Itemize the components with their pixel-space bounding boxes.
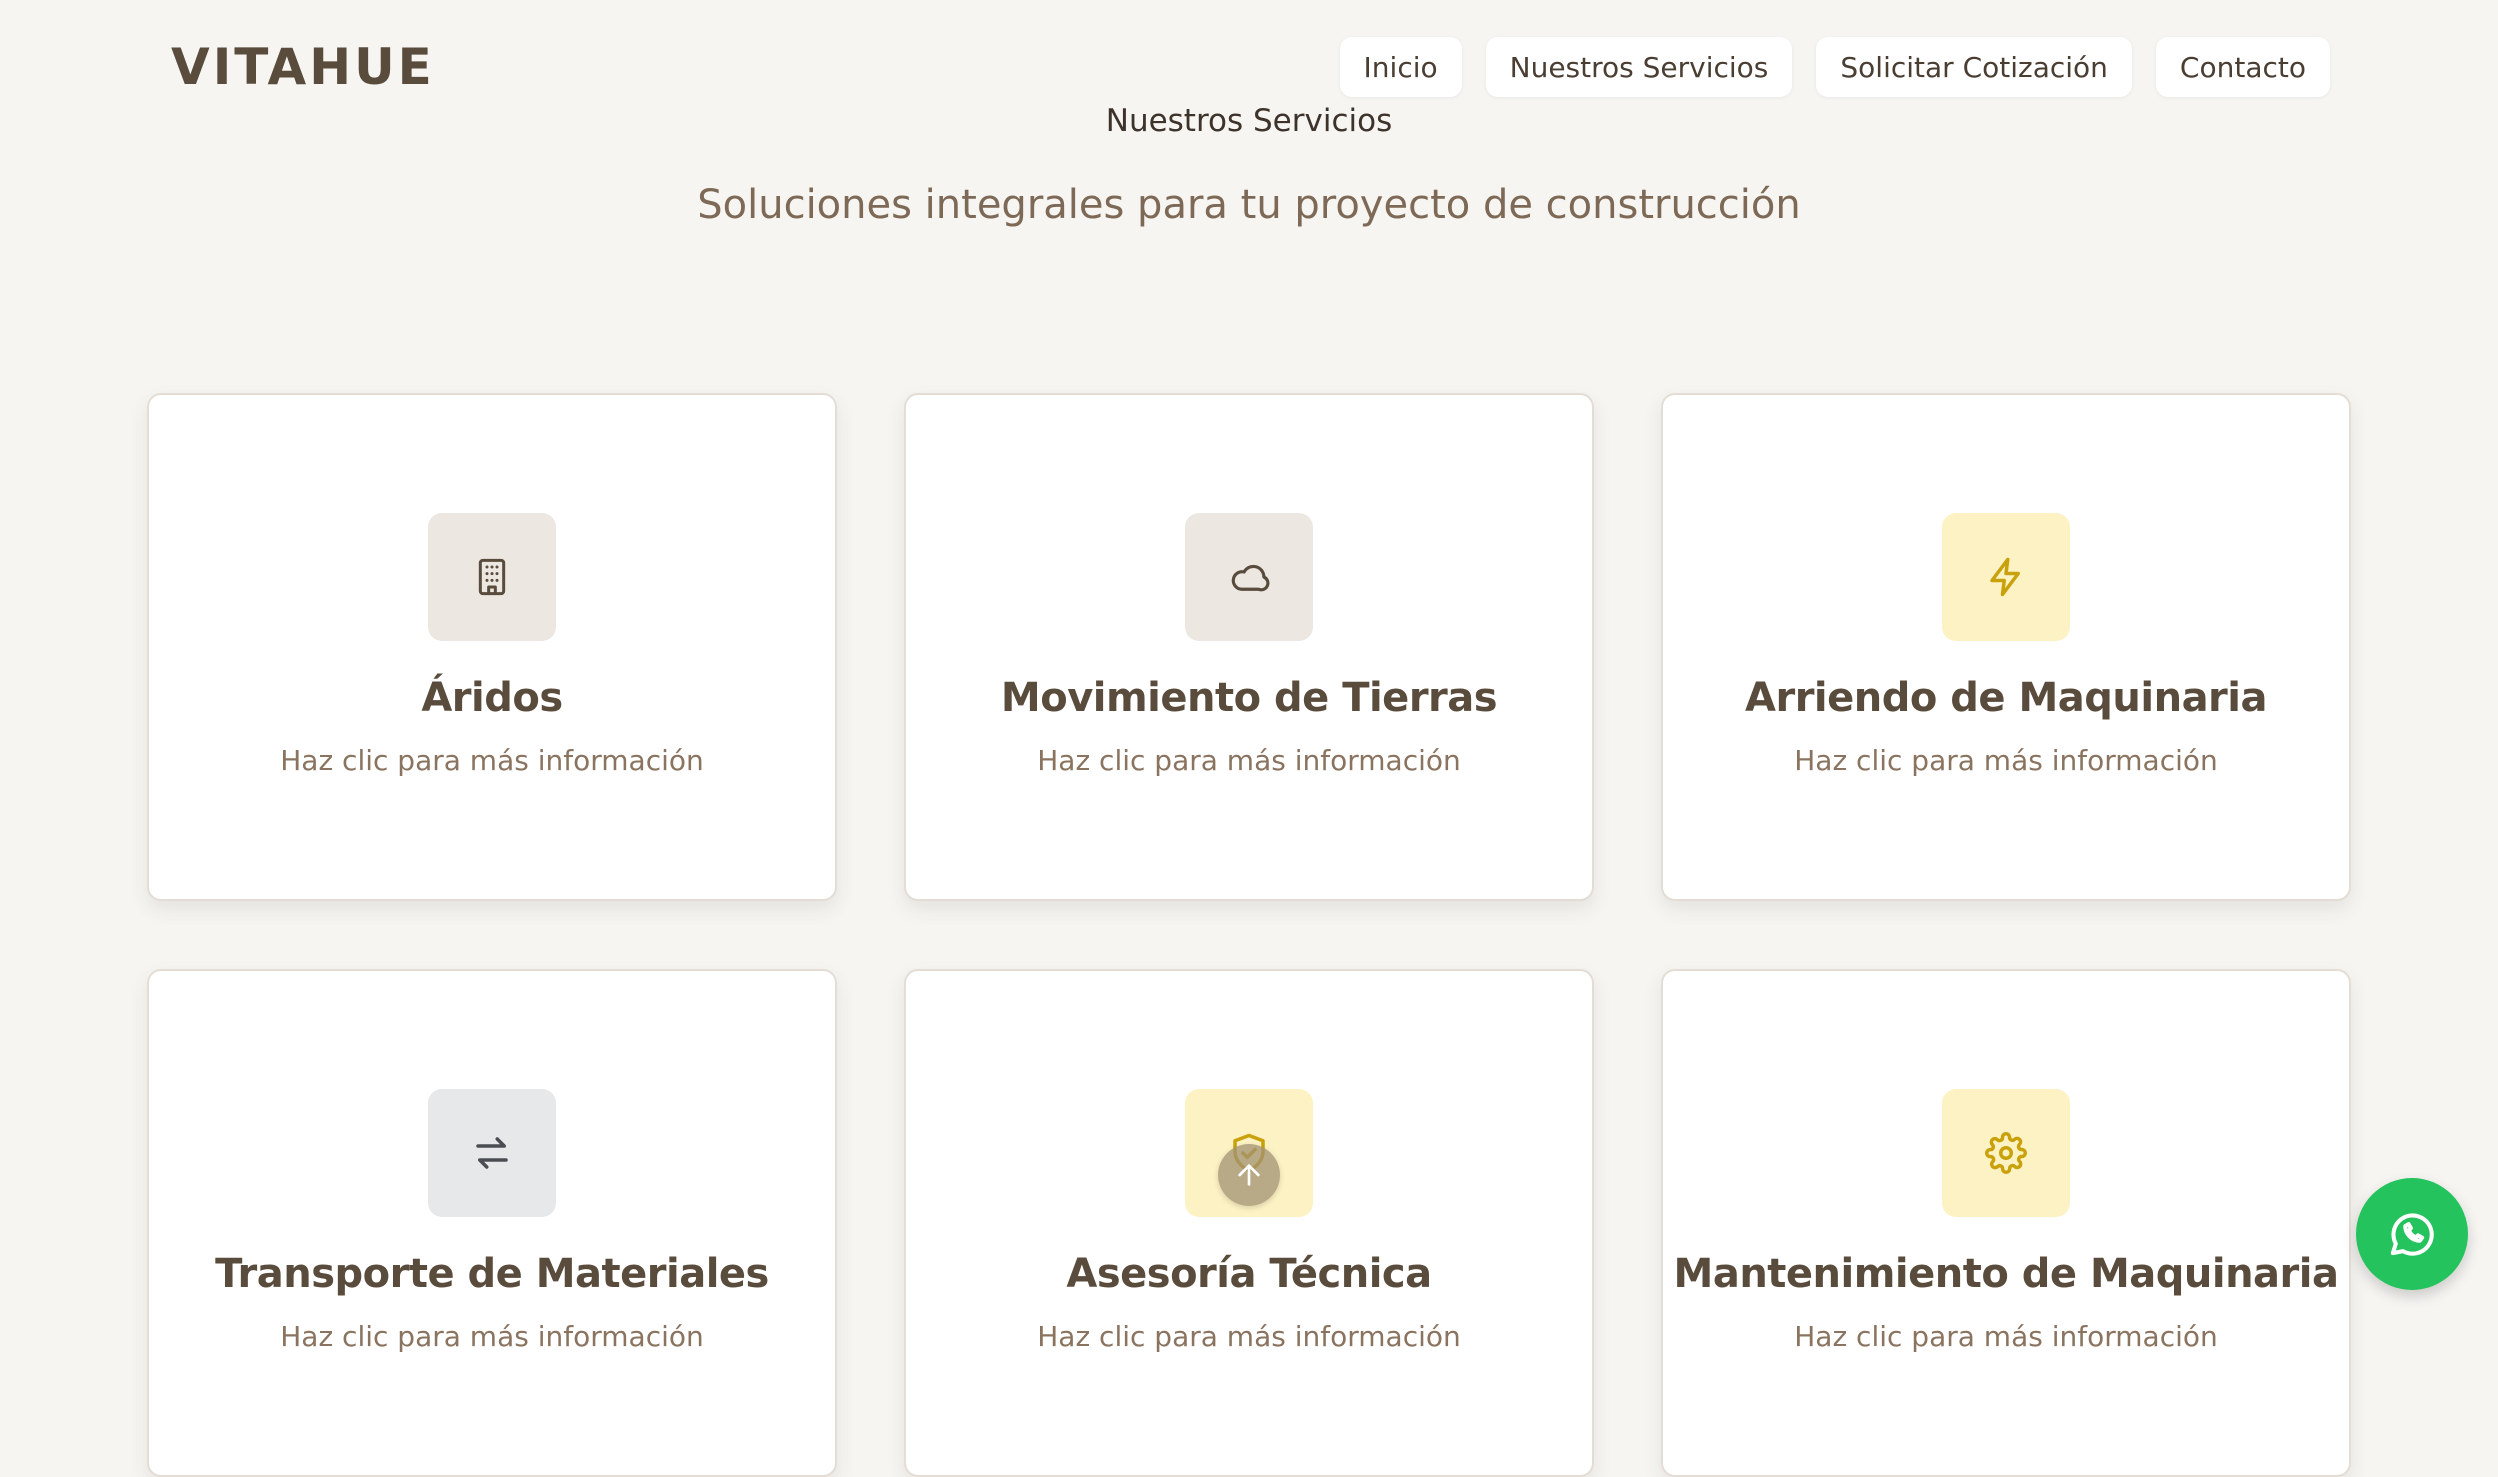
whatsapp-button[interactable] xyxy=(2356,1178,2468,1290)
section-label: Nuestros Servicios xyxy=(1105,103,1393,139)
service-icon-box xyxy=(428,513,556,641)
whatsapp-icon xyxy=(2390,1213,2434,1256)
service-title: Transporte de Materiales xyxy=(215,1251,769,1297)
logo[interactable]: VITAHUE xyxy=(171,35,435,99)
service-card-movimiento-de-tierras[interactable]: Movimiento de Tierras Haz clic para más … xyxy=(904,393,1594,901)
service-description: Haz clic para más información xyxy=(280,744,704,777)
arrow-up-icon xyxy=(1238,1164,1260,1186)
service-title: Áridos xyxy=(421,675,563,721)
service-card-aridos[interactable]: Áridos Haz clic para más información xyxy=(147,393,837,901)
service-description: Haz clic para más información xyxy=(1037,744,1461,777)
service-title: Arriendo de Maquinaria xyxy=(1745,675,2267,721)
service-icon-box xyxy=(1942,513,2070,641)
service-card-mantenimiento-de-maquinaria[interactable]: Mantenimiento de Maquinaria Haz clic par… xyxy=(1661,969,2351,1477)
service-card-transporte-de-materiales[interactable]: Transporte de Materiales Haz clic para m… xyxy=(147,969,837,1477)
cloud-icon xyxy=(1231,564,1270,592)
service-icon-box xyxy=(428,1089,556,1217)
service-description: Haz clic para más información xyxy=(1794,1320,2218,1353)
arrows-exchange-icon xyxy=(476,1137,508,1169)
service-title: Mantenimiento de Maquinaria xyxy=(1673,1251,2339,1297)
service-title: Movimiento de Tierras xyxy=(1000,675,1498,721)
main-nav: Inicio Nuestros Servicios Solicitar Coti… xyxy=(1339,37,2330,97)
scroll-top-button[interactable] xyxy=(1218,1144,1280,1206)
nav-inicio[interactable]: Inicio xyxy=(1339,37,1462,97)
service-icon-box xyxy=(1942,1089,2070,1217)
service-card-arriendo-de-maquinaria[interactable]: Arriendo de Maquinaria Haz clic para más… xyxy=(1661,393,2351,901)
lightning-icon xyxy=(1990,557,2020,597)
service-description: Haz clic para más información xyxy=(1037,1320,1461,1353)
service-icon-box xyxy=(1185,513,1313,641)
nav-solicitar-cotizacion[interactable]: Solicitar Cotización xyxy=(1816,37,2132,97)
service-title: Asesoría Técnica xyxy=(1066,1251,1432,1297)
section-subtitle: Soluciones integrales para tu proyecto d… xyxy=(697,182,1801,228)
service-description: Haz clic para más información xyxy=(1794,744,2218,777)
gear-icon xyxy=(1985,1132,2027,1174)
service-description: Haz clic para más información xyxy=(280,1320,704,1353)
service-card-asesoria-tecnica[interactable]: Asesoría Técnica Haz clic para más infor… xyxy=(904,969,1594,1477)
nav-nuestros-servicios[interactable]: Nuestros Servicios xyxy=(1485,37,1793,97)
nav-contacto[interactable]: Contacto xyxy=(2155,37,2330,97)
building-icon xyxy=(478,558,506,596)
